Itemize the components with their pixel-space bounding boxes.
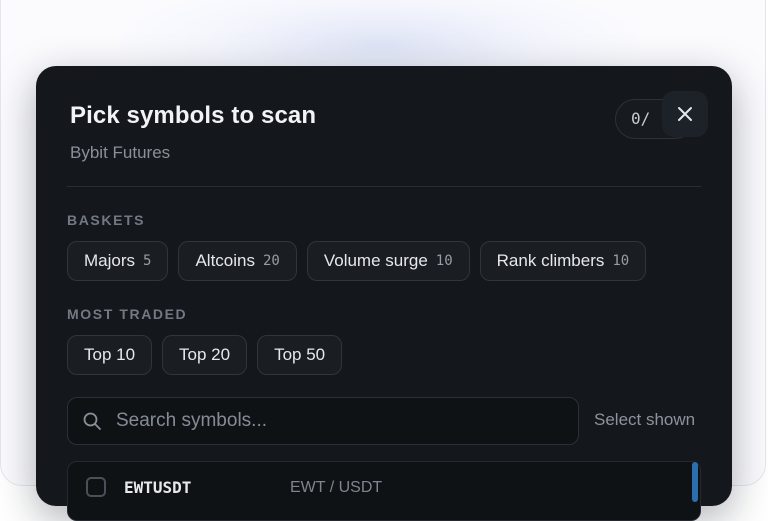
most-traded-section-label: MOST TRADED: [67, 306, 188, 322]
basket-chip-label: Volume surge: [323, 251, 428, 270]
header-divider: [67, 186, 701, 187]
symbol-list: EWTUSDT EWT / USDT: [67, 461, 701, 521]
basket-chip-count: 10: [612, 253, 630, 269]
basket-chip-rank-climbers[interactable]: Rank climbers 10: [479, 241, 647, 281]
select-shown-button[interactable]: Select shown: [594, 410, 695, 430]
close-icon: [678, 107, 692, 121]
symbol-pair: EWT / USDT: [290, 479, 383, 496]
search-box: [67, 397, 579, 445]
modal-title: Pick symbols to scan: [70, 102, 317, 129]
basket-chip-volume-surge[interactable]: Volume surge 10: [306, 241, 470, 281]
baskets-chip-row: Majors 5 Altcoins 20 Volume surge 10 Ran…: [67, 241, 647, 281]
close-button[interactable]: [662, 91, 708, 137]
basket-chip-count: 10: [435, 253, 453, 269]
symbol-picker-modal: Pick symbols to scan Bybit Futures 0/ BA…: [36, 66, 732, 521]
top-50-chip[interactable]: Top 50: [257, 335, 343, 375]
search-input[interactable]: [114, 409, 538, 433]
basket-chip-count: 5: [143, 253, 152, 269]
top-20-chip[interactable]: Top 20: [162, 335, 248, 375]
basket-chip-label: Majors: [84, 251, 136, 270]
search-icon: [83, 412, 101, 430]
basket-chip-count: 20: [262, 253, 280, 269]
most-traded-chip-row: Top 10 Top 20 Top 50: [67, 335, 343, 375]
symbol-checkbox[interactable]: [86, 477, 106, 497]
chip-label: Top 10: [84, 345, 136, 364]
basket-chip-majors[interactable]: Majors 5: [67, 241, 169, 281]
top-10-chip[interactable]: Top 10: [67, 335, 153, 375]
basket-chip-label: Altcoins: [195, 251, 255, 270]
chip-label: Top 20: [179, 345, 231, 364]
chip-label: Top 50: [274, 345, 326, 364]
baskets-section-label: BASKETS: [67, 212, 146, 228]
exchange-subtitle: Bybit Futures: [70, 143, 171, 162]
list-scrollbar[interactable]: [692, 462, 698, 502]
basket-chip-altcoins[interactable]: Altcoins 20: [178, 241, 297, 281]
basket-chip-label: Rank climbers: [496, 251, 605, 270]
